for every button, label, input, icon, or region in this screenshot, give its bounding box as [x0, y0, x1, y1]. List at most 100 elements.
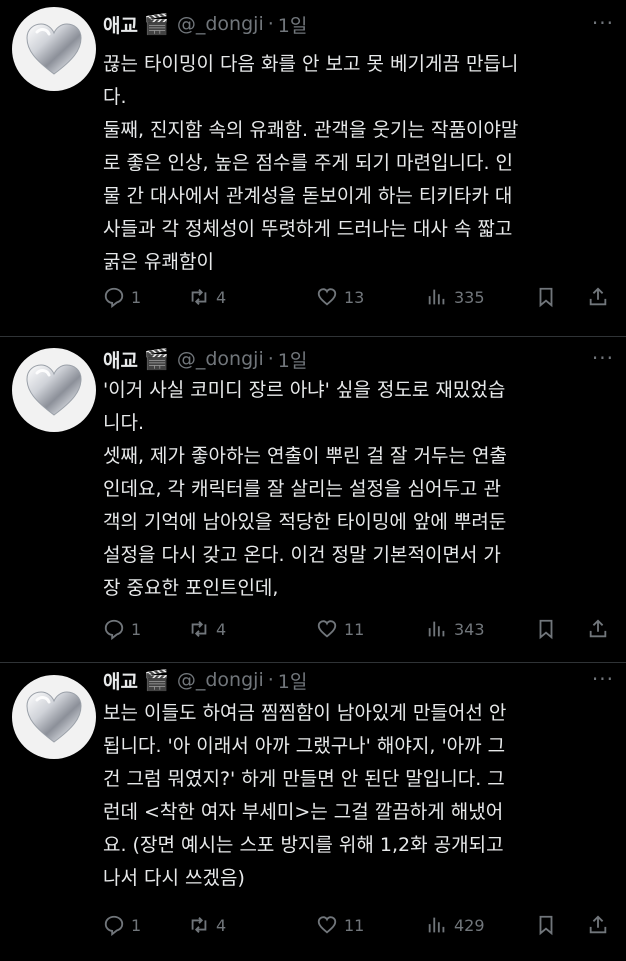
retweet-button[interactable]: 4 — [188, 616, 226, 642]
tweet-text-line: 됩니다. '아 이래서 아까 그랬구나' 해야지, '아까 그 — [103, 735, 506, 757]
retweet-count: 4 — [216, 287, 227, 307]
heart-icon — [317, 620, 337, 638]
clapperboard-icon: 🎬 — [143, 668, 169, 692]
tweet-text-line: 다. — [103, 86, 127, 108]
reply-icon — [104, 915, 124, 936]
retweet-count: 4 — [216, 915, 227, 935]
tweet[interactable]: 애교 🎬 @_dongji · 1일 ··· '이거 사실 코미디 장르 아냐'… — [0, 337, 626, 663]
reply-icon — [104, 619, 124, 640]
bookmark-button[interactable] — [535, 912, 557, 938]
separator: · — [267, 348, 274, 370]
views-count: 335 — [454, 287, 485, 307]
display-name[interactable]: 애교 — [103, 346, 138, 373]
user-handle[interactable]: @_dongji — [177, 669, 264, 691]
reply-count: 1 — [131, 915, 142, 935]
display-name[interactable]: 애교 — [103, 667, 138, 694]
share-button[interactable] — [587, 912, 609, 938]
tweet-text-line: '이거 사실 코미디 장르 아냐' 싶을 정도로 재밌었습 — [103, 379, 506, 401]
share-icon — [589, 619, 607, 638]
tweet-text-line: 객의 기억에 남아있을 적당한 타이밍에 앞에 뿌려둔 — [103, 511, 507, 533]
views-icon — [428, 289, 445, 305]
heart-avatar-icon — [26, 23, 82, 75]
tweet-text-line: 굵은 유쾌함이 — [103, 251, 214, 273]
tweet-text: 보는 이들도 하여금 찜찜함이 남아있게 만들어선 안 됩니다. '아 이래서 … — [103, 697, 613, 895]
like-count: 11 — [344, 915, 365, 935]
bookmark-button[interactable] — [535, 284, 557, 310]
more-options-icon[interactable]: ··· — [592, 346, 614, 370]
tweet-header: 애교 🎬 @_dongji · 1일 ··· — [103, 667, 614, 693]
more-options-icon[interactable]: ··· — [592, 667, 614, 691]
like-count: 11 — [344, 619, 365, 639]
bookmark-icon — [539, 287, 553, 308]
tweet-text-line: 나서 다시 쓰겠음) — [103, 867, 245, 889]
views-count: 429 — [454, 915, 485, 935]
avatar[interactable] — [12, 348, 96, 432]
tweet-header: 애교 🎬 @_dongji · 1일 ··· — [103, 346, 614, 372]
tweet-text-line: 둘째, 진지함 속의 유쾌함. 관객을 웃기는 작품이야말 — [103, 119, 519, 141]
share-icon — [589, 287, 607, 306]
tweet-text-line: 인데요, 각 캐릭터를 잘 살리는 설정을 심어두고 관 — [103, 478, 501, 500]
tweet-text-line: 런데 <착한 여자 부세미>는 그걸 깔끔하게 해냈어 — [103, 801, 504, 823]
separator: · — [267, 669, 274, 691]
timestamp[interactable]: 1일 — [278, 667, 308, 694]
reply-icon — [104, 287, 124, 308]
retweet-icon — [191, 917, 207, 933]
tweet-text-line: 보는 이들도 하여금 찜찜함이 남아있게 만들어선 안 — [103, 702, 507, 724]
heart-icon — [317, 288, 337, 306]
retweet-icon — [191, 621, 207, 637]
like-button[interactable]: 13 — [316, 284, 364, 310]
more-options-icon[interactable]: ··· — [592, 11, 614, 35]
heart-icon — [317, 916, 337, 934]
timestamp[interactable]: 1일 — [278, 346, 308, 373]
clapperboard-icon: 🎬 — [143, 347, 169, 371]
reply-button[interactable]: 1 — [103, 616, 141, 642]
reply-button[interactable]: 1 — [103, 912, 141, 938]
retweet-count: 4 — [216, 619, 227, 639]
action-bar: 1 4 11 343 — [103, 616, 612, 642]
tweet-text-line: 셋째, 제가 좋아하는 연출이 뿌린 걸 잘 거두는 연출 — [103, 445, 507, 467]
retweet-button[interactable]: 4 — [188, 284, 226, 310]
tweet[interactable]: 애교 🎬 @_dongji · 1일 ··· 끊는 타이밍이 다음 화를 안 보… — [0, 0, 626, 337]
tweet-text: 끊는 타이밍이 다음 화를 안 보고 못 베기게끔 만듭니 다. 둘째, 진지함… — [103, 48, 613, 279]
tweet-text-line: 사들과 각 정체성이 뚜렷하게 드러나는 대사 속 짧고 — [103, 218, 513, 240]
share-button[interactable] — [587, 616, 609, 642]
like-count: 13 — [344, 287, 365, 307]
user-handle[interactable]: @_dongji — [177, 13, 264, 35]
tweet-text-line: 요. (장면 예시는 스포 방지를 위해 1,2화 공개되고 — [103, 834, 504, 856]
share-icon — [589, 915, 607, 934]
views-count: 343 — [454, 619, 485, 639]
action-bar: 1 4 11 429 — [103, 912, 612, 938]
user-handle[interactable]: @_dongji — [177, 348, 264, 370]
bookmark-icon — [539, 619, 553, 640]
display-name[interactable]: 애교 — [103, 11, 138, 38]
tweet-text: '이거 사실 코미디 장르 아냐' 싶을 정도로 재밌었습 니다. 셋째, 제가… — [103, 374, 613, 605]
tweet-header: 애교 🎬 @_dongji · 1일 ··· — [103, 11, 614, 37]
bookmark-button[interactable] — [535, 616, 557, 642]
tweet-text-line: 물 간 대사에서 관계성을 돋보이게 하는 티키타카 대 — [103, 185, 513, 207]
retweet-button[interactable]: 4 — [188, 912, 226, 938]
action-bar: 1 4 13 335 — [103, 284, 612, 310]
heart-avatar-icon — [26, 364, 82, 416]
tweet[interactable]: 애교 🎬 @_dongji · 1일 ··· 보는 이들도 하여금 찜찜함이 남… — [0, 663, 626, 961]
tweet-text-line: 장 중요한 포인트인데, — [103, 577, 279, 599]
reply-count: 1 — [131, 619, 142, 639]
like-button[interactable]: 11 — [316, 616, 364, 642]
avatar[interactable] — [12, 675, 96, 759]
heart-avatar-icon — [26, 691, 82, 743]
reply-button[interactable]: 1 — [103, 284, 141, 310]
timestamp[interactable]: 1일 — [278, 11, 308, 38]
views-button[interactable]: 335 — [426, 284, 485, 310]
views-button[interactable]: 343 — [426, 616, 485, 642]
separator: · — [267, 13, 274, 35]
avatar[interactable] — [12, 7, 96, 91]
share-button[interactable] — [587, 284, 609, 310]
tweet-text-line: 끊는 타이밍이 다음 화를 안 보고 못 베기게끔 만듭니 — [103, 53, 519, 75]
views-icon — [428, 917, 445, 933]
reply-count: 1 — [131, 287, 142, 307]
tweet-text-line: 니다. — [103, 412, 144, 434]
views-icon — [428, 621, 445, 637]
views-button[interactable]: 429 — [426, 912, 485, 938]
bookmark-icon — [539, 915, 553, 936]
tweet-text-line: 건 그럼 뭐였지?' 하게 만들면 안 된단 말입니다. 그 — [103, 768, 505, 790]
like-button[interactable]: 11 — [316, 912, 364, 938]
